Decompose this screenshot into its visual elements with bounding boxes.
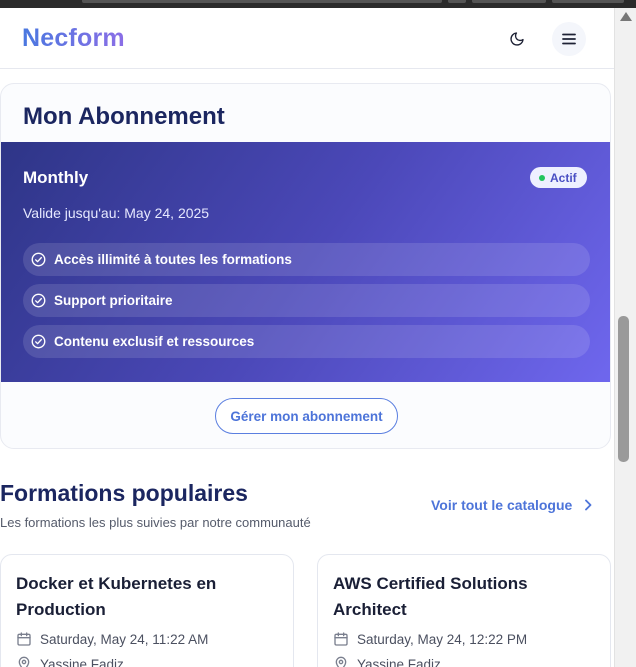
check-circle-icon	[31, 252, 46, 267]
course-instructor-label: Yassine Fadiz	[357, 656, 441, 667]
status-dot-icon	[539, 174, 545, 181]
view-catalog-label: Voir tout le catalogue	[431, 497, 573, 513]
status-badge: Actif	[530, 167, 587, 188]
scroll-up-arrow-icon[interactable]	[620, 12, 632, 21]
brand-logo[interactable]: Necform	[22, 24, 125, 53]
theme-toggle-button[interactable]	[500, 22, 534, 56]
popular-section-subtitle: Les formations les plus suivies par notr…	[0, 515, 311, 530]
feature-label: Contenu exclusif et ressources	[54, 334, 255, 349]
course-title[interactable]: Docker et Kubernetes en Production	[16, 571, 276, 623]
view-catalog-link[interactable]: Voir tout le catalogue	[431, 497, 592, 513]
plan-panel: Monthly Actif Valide jusqu'au: May 24, 2…	[1, 142, 610, 382]
page-scrollbar[interactable]	[614, 8, 636, 667]
browser-tab	[552, 0, 624, 3]
course-date-label: Saturday, May 24, 12:22 PM	[357, 631, 528, 647]
manage-subscription-button[interactable]: Gérer mon abonnement	[215, 398, 398, 434]
check-circle-icon	[31, 293, 46, 308]
course-date-label: Saturday, May 24, 11:22 AM	[40, 631, 209, 647]
moon-icon	[510, 32, 524, 46]
subscription-title: Mon Abonnement	[23, 103, 225, 130]
browser-tab	[472, 0, 546, 3]
feature-item: Contenu exclusif et ressources	[23, 325, 590, 358]
scrollbar-thumb[interactable]	[618, 316, 629, 462]
feature-label: Support prioritaire	[54, 293, 173, 308]
course-card[interactable]: AWS Certified Solutions Architect Saturd…	[317, 554, 611, 667]
course-card[interactable]: Docker et Kubernetes en Production Satur…	[0, 554, 294, 667]
valid-until-text: Valide jusqu'au: May 24, 2025	[23, 205, 210, 221]
status-label: Actif	[550, 170, 577, 185]
feature-item: Accès illimité à toutes les formations	[23, 243, 590, 276]
location-pin-icon	[18, 656, 30, 667]
course-instructor: Yassine Fadiz	[16, 656, 124, 667]
course-title[interactable]: AWS Certified Solutions Architect	[333, 571, 593, 623]
course-date: Saturday, May 24, 12:22 PM	[333, 631, 527, 647]
course-date: Saturday, May 24, 11:22 AM	[16, 631, 208, 647]
course-instructor-label: Yassine Fadiz	[40, 656, 124, 667]
calendar-icon	[334, 632, 348, 646]
chevron-right-icon	[585, 499, 592, 511]
browser-tab	[448, 0, 466, 3]
location-pin-icon	[335, 656, 347, 667]
popular-section-title: Formations populaires	[0, 480, 248, 506]
subscription-card: Mon Abonnement Monthly Actif Valide jusq…	[0, 83, 611, 449]
browser-tab	[82, 0, 442, 3]
plan-name: Monthly	[23, 168, 89, 187]
hamburger-icon	[562, 33, 576, 45]
menu-button[interactable]	[552, 22, 586, 56]
feature-item: Support prioritaire	[23, 284, 590, 317]
calendar-icon	[17, 632, 31, 646]
site-header: Necform	[0, 8, 614, 69]
check-circle-icon	[31, 334, 46, 349]
browser-top-strip	[0, 0, 636, 8]
feature-label: Accès illimité à toutes les formations	[54, 252, 292, 267]
course-instructor: Yassine Fadiz	[333, 656, 441, 667]
